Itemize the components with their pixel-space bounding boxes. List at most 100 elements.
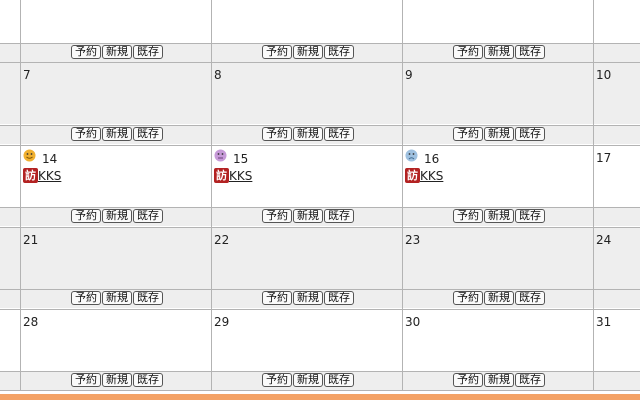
day-number: 28 <box>23 315 39 329</box>
day-number: 23 <box>405 233 421 247</box>
day-number: 14 <box>42 152 58 166</box>
day-cell[interactable] <box>212 0 402 43</box>
existing-button[interactable]: 既存 <box>133 291 163 305</box>
new-button[interactable]: 新規 <box>484 127 514 141</box>
existing-button[interactable]: 既存 <box>515 209 545 223</box>
visit-event[interactable]: 訪 KKS <box>405 168 443 183</box>
existing-button[interactable]: 既存 <box>133 127 163 141</box>
visit-icon: 訪 <box>23 168 38 183</box>
day-number: 10 <box>596 68 612 82</box>
reserve-button[interactable]: 予約 <box>453 291 483 305</box>
day-number: 8 <box>214 68 222 82</box>
visit-event-link[interactable]: KKS <box>229 169 252 183</box>
reserve-button[interactable]: 予約 <box>71 45 101 59</box>
day-number: 7 <box>23 68 31 82</box>
existing-button[interactable]: 既存 <box>515 45 545 59</box>
visit-event-link[interactable]: KKS <box>38 169 61 183</box>
day-action-buttons: 予約 新規 既存 <box>262 208 354 224</box>
visit-icon: 訪 <box>405 168 420 183</box>
reserve-button[interactable]: 予約 <box>262 45 292 59</box>
day-action-buttons: 予約 新規 既存 <box>453 208 545 224</box>
day-action-buttons: 予約 新規 既存 <box>262 372 354 388</box>
reserve-button[interactable]: 予約 <box>453 209 483 223</box>
day-cell[interactable] <box>403 310 593 371</box>
day-action-buttons: 予約 新規 既存 <box>453 372 545 388</box>
new-button[interactable]: 新規 <box>102 291 132 305</box>
day-action-buttons: 予約 新規 既存 <box>71 208 163 224</box>
day-number: 15 <box>233 152 249 166</box>
existing-button[interactable]: 既存 <box>133 373 163 387</box>
day-action-buttons: 予約 新規 既存 <box>71 290 163 306</box>
bottom-accent-bar <box>0 394 640 400</box>
new-button[interactable]: 新規 <box>484 373 514 387</box>
new-button[interactable]: 新規 <box>102 373 132 387</box>
day-action-buttons: 予約 新規 既存 <box>71 126 163 142</box>
reserve-button[interactable]: 予約 <box>262 209 292 223</box>
existing-button[interactable]: 既存 <box>324 291 354 305</box>
new-button[interactable]: 新規 <box>484 209 514 223</box>
reserve-button[interactable]: 予約 <box>71 291 101 305</box>
day-cell[interactable] <box>212 63 402 124</box>
new-button[interactable]: 新規 <box>293 209 323 223</box>
happy-face-icon <box>23 149 36 162</box>
day-action-buttons: 予約 新規 既存 <box>453 126 545 142</box>
existing-button[interactable]: 既存 <box>515 291 545 305</box>
existing-button[interactable]: 既存 <box>133 45 163 59</box>
day-action-buttons: 予約 新規 既存 <box>453 290 545 306</box>
existing-button[interactable]: 既存 <box>324 373 354 387</box>
day-cell[interactable] <box>21 0 211 43</box>
neutral-face-icon <box>214 149 227 162</box>
reserve-button[interactable]: 予約 <box>262 373 292 387</box>
reserve-button[interactable]: 予約 <box>71 373 101 387</box>
day-cell[interactable] <box>212 310 402 371</box>
day-number: 9 <box>405 68 413 82</box>
reserve-button[interactable]: 予約 <box>453 127 483 141</box>
visit-icon: 訪 <box>214 168 229 183</box>
day-action-buttons: 予約 新規 既存 <box>262 290 354 306</box>
existing-button[interactable]: 既存 <box>324 45 354 59</box>
new-button[interactable]: 新規 <box>102 45 132 59</box>
visit-event[interactable]: 訪 KKS <box>214 168 252 183</box>
new-button[interactable]: 新規 <box>293 127 323 141</box>
reserve-button[interactable]: 予約 <box>71 209 101 223</box>
existing-button[interactable]: 既存 <box>324 127 354 141</box>
day-number: 22 <box>214 233 230 247</box>
day-cell[interactable] <box>21 228 211 289</box>
day-number: 16 <box>424 152 440 166</box>
day-number: 29 <box>214 315 230 329</box>
day-cell[interactable] <box>212 228 402 289</box>
new-button[interactable]: 新規 <box>484 45 514 59</box>
new-button[interactable]: 新規 <box>102 209 132 223</box>
reserve-button[interactable]: 予約 <box>453 45 483 59</box>
day-cell[interactable] <box>21 63 211 124</box>
visit-event[interactable]: 訪 KKS <box>23 168 61 183</box>
new-button[interactable]: 新規 <box>293 373 323 387</box>
existing-button[interactable]: 既存 <box>133 209 163 223</box>
day-number: 17 <box>596 151 612 165</box>
new-button[interactable]: 新規 <box>484 291 514 305</box>
day-action-buttons: 予約 新規 既存 <box>71 44 163 60</box>
visit-event-link[interactable]: KKS <box>420 169 443 183</box>
day-cell[interactable] <box>594 0 640 43</box>
day-action-buttons: 予約 新規 既存 <box>262 126 354 142</box>
new-button[interactable]: 新規 <box>293 45 323 59</box>
reserve-button[interactable]: 予約 <box>453 373 483 387</box>
calendar-grid: 予約 新規 既存 予約 新規 既存 予約 新規 既存 7 予約 新規 既存 8 予約 新規 既存 9 予約 新規 既存 1… <box>0 0 640 395</box>
existing-button[interactable]: 既存 <box>515 127 545 141</box>
day-number: 24 <box>596 233 612 247</box>
new-button[interactable]: 新規 <box>293 291 323 305</box>
day-cell[interactable] <box>403 228 593 289</box>
new-button[interactable]: 新規 <box>102 127 132 141</box>
day-number: 30 <box>405 315 421 329</box>
day-action-buttons: 予約 新規 既存 <box>71 372 163 388</box>
reserve-button[interactable]: 予約 <box>262 127 292 141</box>
reserve-button[interactable]: 予約 <box>71 127 101 141</box>
existing-button[interactable]: 既存 <box>515 373 545 387</box>
day-number: 31 <box>596 315 612 329</box>
day-cell[interactable] <box>403 63 593 124</box>
grid-horizontal-line <box>0 390 640 391</box>
reserve-button[interactable]: 予約 <box>262 291 292 305</box>
existing-button[interactable]: 既存 <box>324 209 354 223</box>
day-cell[interactable] <box>21 310 211 371</box>
day-cell[interactable] <box>403 0 593 43</box>
